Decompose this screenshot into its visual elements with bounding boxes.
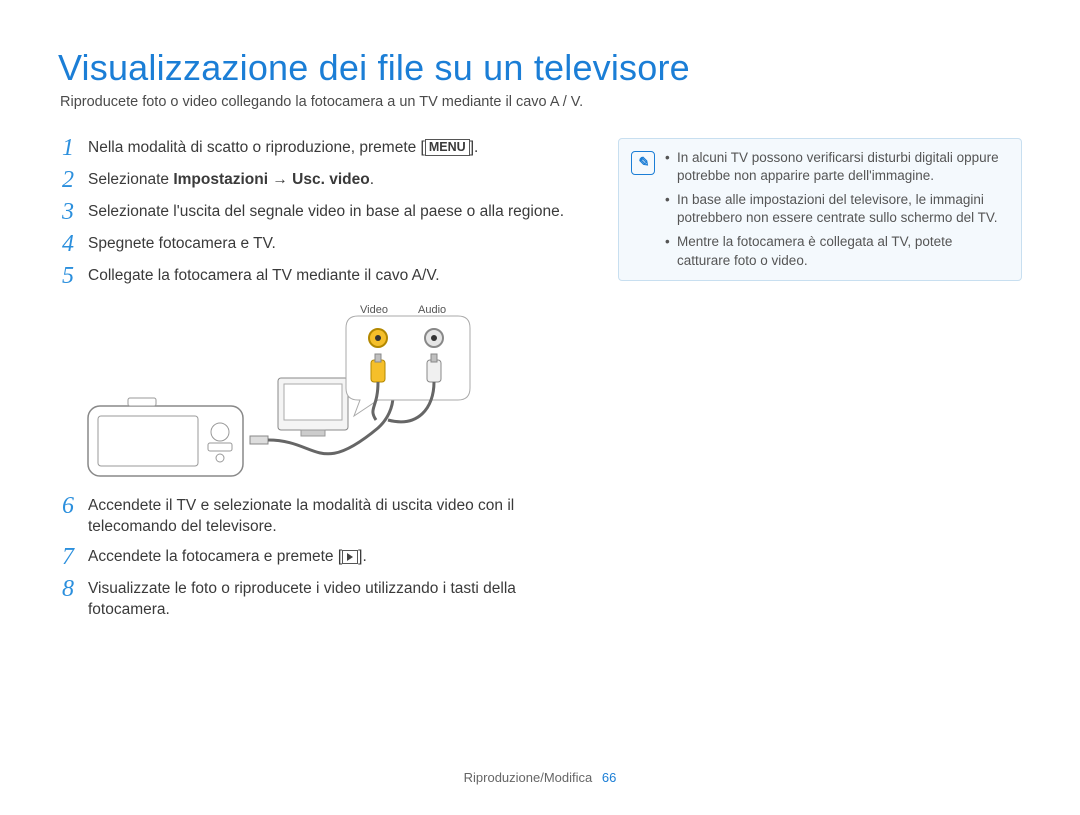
note-item: Mentre la fotocamera è collegata al TV, … — [665, 233, 1009, 269]
left-column: 1 Nella modalità di scatto o riproduzion… — [58, 138, 578, 632]
camera-icon — [88, 398, 243, 476]
step-2: 2 Selezionate Impostazioni → Usc. video. — [58, 170, 578, 192]
step-text-part: ]. — [470, 139, 479, 156]
step-text: Selezionate l'uscita del segnale video i… — [88, 202, 578, 223]
diagram-label-video: Video — [360, 304, 388, 316]
note-box: ✎ In alcuni TV possono verificarsi distu… — [618, 138, 1022, 281]
step-text: Accendete la fotocamera e premete []. — [88, 547, 578, 568]
step-text: Selezionate Impostazioni → Usc. video. — [88, 170, 578, 191]
step-text: Accendete il TV e selezionate la modalit… — [88, 496, 578, 538]
note-item: In alcuni TV possono verificarsi disturb… — [665, 149, 1009, 185]
step-text-part: Nella modalità di scatto o riproduzione,… — [88, 139, 425, 156]
note-icon: ✎ — [631, 151, 655, 175]
diagram-label-audio: Audio — [418, 304, 446, 316]
menu-button-label: MENU — [425, 139, 470, 156]
step-number: 3 — [58, 200, 78, 224]
step-text: Visualizzate le foto o riproducete i vid… — [88, 579, 578, 621]
step-6: 6 Accendete il TV e selezionate la modal… — [58, 496, 578, 538]
page-subtitle: Riproducete foto o video collegando la f… — [60, 94, 1022, 110]
step-text: Nella modalità di scatto o riproduzione,… — [88, 138, 578, 159]
step-number: 2 — [58, 168, 78, 192]
note-list: In alcuni TV possono verificarsi disturb… — [665, 149, 1009, 270]
step-text-part: Selezionate — [88, 171, 173, 188]
play-icon — [342, 550, 358, 564]
diagram-svg — [58, 298, 578, 488]
connection-diagram: Video Audio — [58, 298, 578, 488]
note-item: In base alle impostazioni del televisore… — [665, 191, 1009, 227]
content-columns: 1 Nella modalità di scatto o riproduzion… — [58, 138, 1022, 632]
step-text-part: Accendete la fotocamera e premete [ — [88, 548, 342, 565]
step-text: Spegnete fotocamera e TV. — [88, 234, 578, 255]
right-column: ✎ In alcuni TV possono verificarsi distu… — [618, 138, 1022, 281]
step-text-bold: Impostazioni → Usc. video — [173, 171, 369, 188]
callout-bubble — [346, 316, 470, 422]
footer-page-number: 66 — [602, 770, 616, 785]
step-5: 5 Collegate la fotocamera al TV mediante… — [58, 266, 578, 288]
footer-section: Riproduzione/Modifica — [464, 770, 593, 785]
step-3: 3 Selezionate l'uscita del segnale video… — [58, 202, 578, 224]
step-number: 6 — [58, 494, 78, 518]
page-footer: Riproduzione/Modifica 66 — [0, 770, 1080, 785]
step-text-part: . — [370, 171, 374, 188]
step-number: 1 — [58, 136, 78, 160]
tv-icon — [278, 378, 348, 436]
step-7: 7 Accendete la fotocamera e premete []. — [58, 547, 578, 569]
step-number: 4 — [58, 232, 78, 256]
page-title: Visualizzazione dei file su un televisor… — [58, 48, 1022, 88]
step-4: 4 Spegnete fotocamera e TV. — [58, 234, 578, 256]
step-text: Collegate la fotocamera al TV mediante i… — [88, 266, 578, 287]
step-number: 5 — [58, 264, 78, 288]
step-number: 8 — [58, 577, 78, 601]
step-text-part: ]. — [358, 548, 367, 565]
manual-page: Visualizzazione dei file su un televisor… — [0, 0, 1080, 815]
step-8: 8 Visualizzate le foto o riproducete i v… — [58, 579, 578, 621]
step-number: 7 — [58, 545, 78, 569]
step-1: 1 Nella modalità di scatto o riproduzion… — [58, 138, 578, 160]
